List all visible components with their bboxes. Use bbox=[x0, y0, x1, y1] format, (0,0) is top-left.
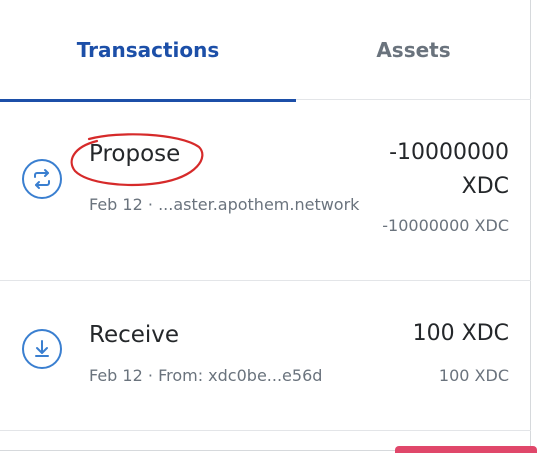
transaction-title: Receive bbox=[89, 322, 180, 348]
transaction-date: Feb 12 bbox=[89, 195, 143, 214]
secondary-amount: 100 XDC bbox=[438, 366, 509, 385]
bottom-accent-bar bbox=[395, 446, 537, 453]
tab-assets-label: Assets bbox=[376, 38, 451, 62]
primary-amount-currency: XDC bbox=[461, 174, 509, 199]
tab-transactions-label: Transactions bbox=[76, 38, 220, 62]
tab-bar: Transactions Assets bbox=[0, 0, 531, 102]
download-arrow-icon bbox=[22, 329, 62, 369]
secondary-amount: -10000000 XDC bbox=[382, 216, 509, 235]
activity-panel: Transactions Assets Propose Feb 12 · ...… bbox=[0, 0, 531, 451]
tab-transactions[interactable]: Transactions bbox=[0, 0, 296, 102]
transaction-title: Propose bbox=[89, 141, 181, 167]
separator-dot: · bbox=[147, 366, 153, 385]
primary-amount: 100 XDC bbox=[412, 321, 509, 346]
transaction-origin: ...aster.apothem.network bbox=[158, 195, 360, 214]
transaction-subtitle: Feb 12 · ...aster.apothem.network bbox=[89, 195, 359, 214]
swap-arrows-icon bbox=[22, 159, 62, 199]
primary-amount: -10000000 XDC bbox=[389, 136, 509, 204]
tab-assets[interactable]: Assets bbox=[296, 0, 531, 100]
separator-dot: · bbox=[147, 195, 153, 214]
transaction-date: Feb 12 bbox=[89, 366, 143, 385]
transaction-subtitle: Feb 12 · From: xdc0be...e56d bbox=[89, 366, 322, 385]
primary-amount-value: -10000000 bbox=[389, 140, 509, 165]
next-row-divider bbox=[0, 430, 531, 431]
transaction-row-propose[interactable]: Propose Feb 12 · ...aster.apothem.networ… bbox=[0, 101, 531, 281]
transaction-origin: From: xdc0be...e56d bbox=[158, 366, 323, 385]
transaction-row-receive[interactable]: Receive Feb 12 · From: xdc0be...e56d 100… bbox=[0, 281, 531, 431]
